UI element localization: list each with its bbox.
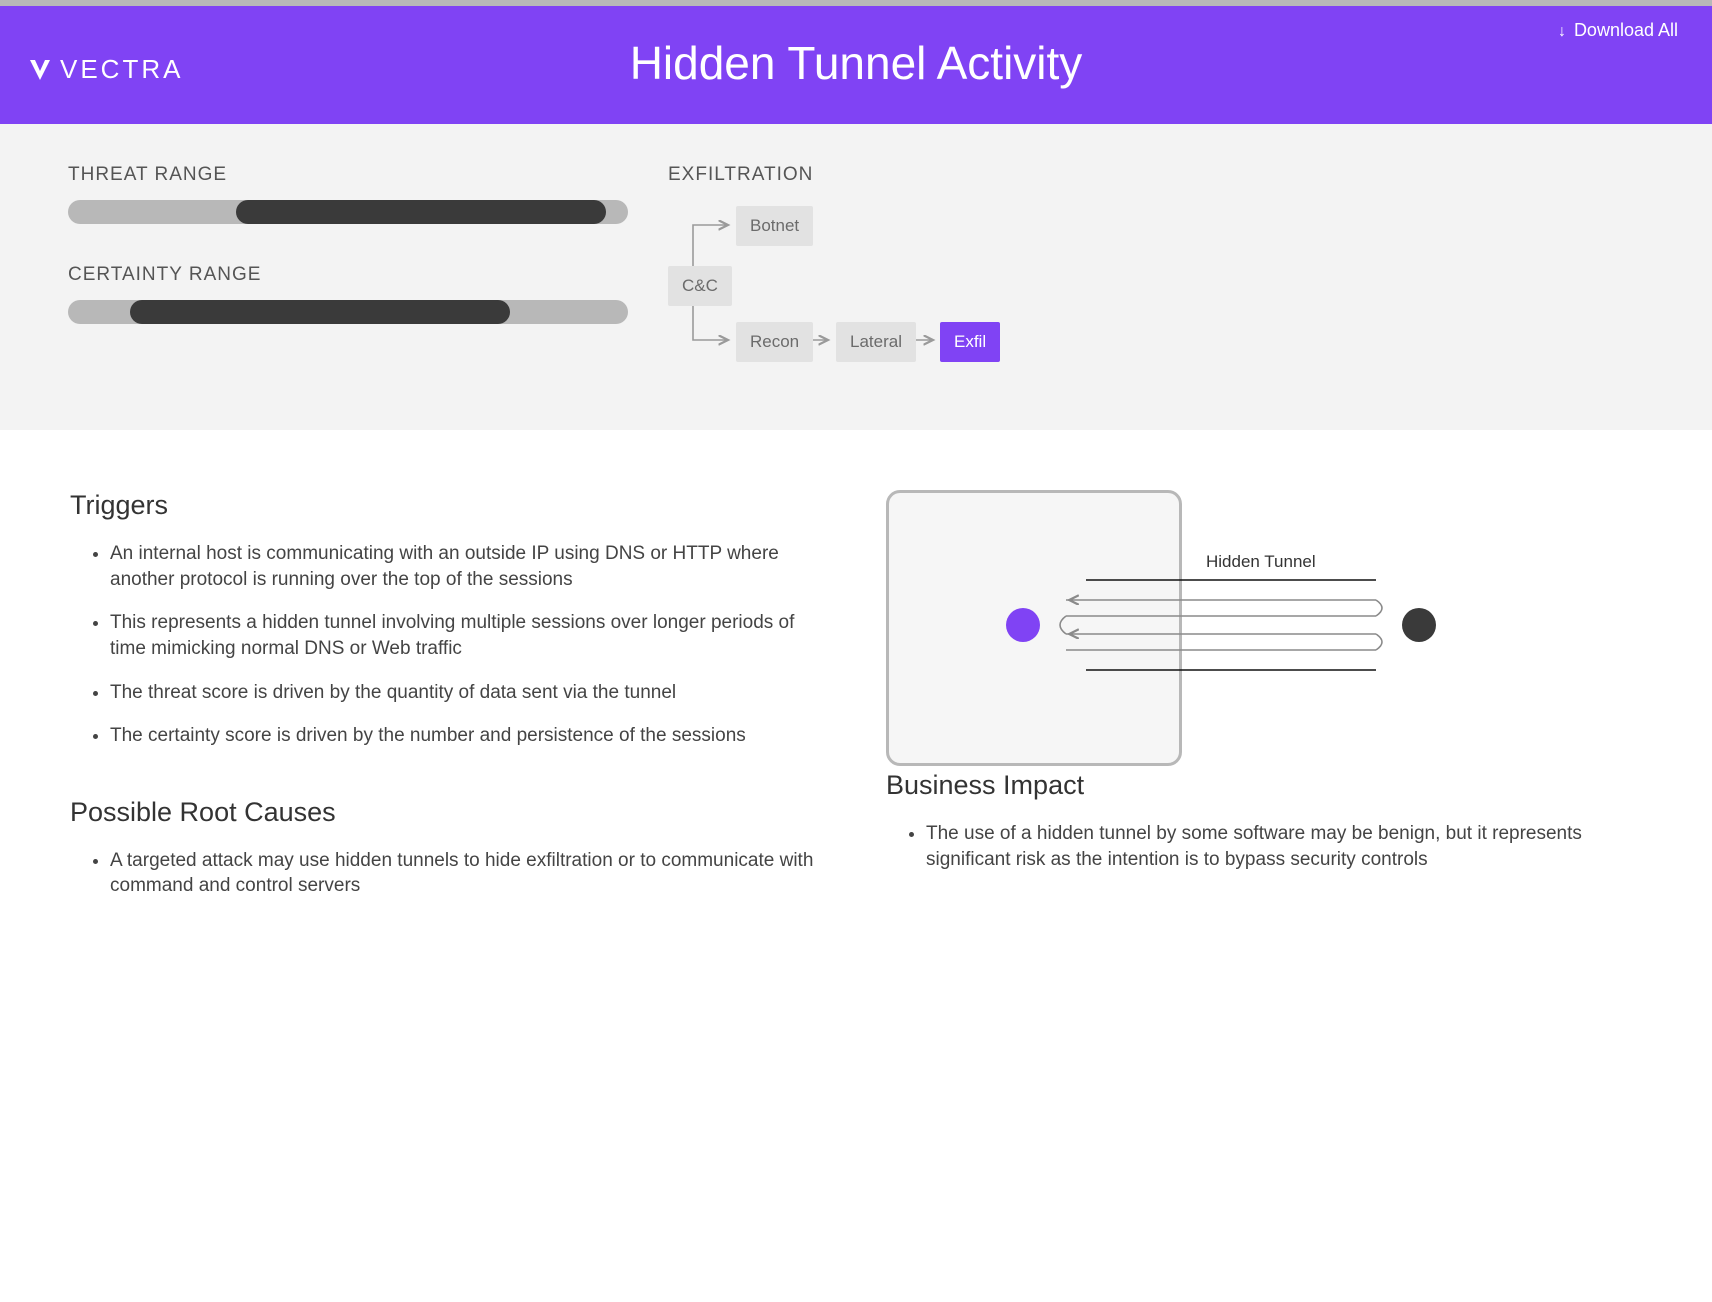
- certainty-range-label: CERTAINTY RANGE: [68, 264, 628, 286]
- vectra-logo-icon: [28, 58, 52, 82]
- node-lateral: Lateral: [836, 322, 916, 362]
- download-icon: ↓: [1558, 23, 1566, 41]
- download-all-button[interactable]: ↓ Download All: [1558, 20, 1678, 41]
- internal-host-dot: [1006, 608, 1040, 642]
- brand-logo: VECTRA: [28, 54, 183, 85]
- node-botnet: Botnet: [736, 206, 813, 246]
- business-impact-heading: Business Impact: [886, 770, 1642, 801]
- list-item: The use of a hidden tunnel by some softw…: [926, 821, 1642, 872]
- threat-range-bar: [68, 200, 628, 224]
- list-item: The threat score is driven by the quanti…: [110, 680, 826, 706]
- ranges-panel: THREAT RANGE CERTAINTY RANGE EXFILTRATIO…: [0, 124, 1712, 430]
- triggers-heading: Triggers: [70, 490, 826, 521]
- list-item: The certainty score is driven by the num…: [110, 723, 826, 749]
- exfiltration-label: EXFILTRATION: [668, 164, 1644, 186]
- triggers-list: An internal host is communicating with a…: [70, 541, 826, 749]
- node-exfil: Exfil: [940, 322, 1000, 362]
- download-all-label: Download All: [1574, 20, 1678, 40]
- hidden-tunnel-label: Hidden Tunnel: [1206, 552, 1316, 572]
- body-content: Triggers An internal host is communicati…: [0, 430, 1712, 967]
- list-item: This represents a hidden tunnel involvin…: [110, 610, 826, 661]
- business-impact-list: The use of a hidden tunnel by some softw…: [886, 821, 1642, 872]
- hidden-tunnel-illustration: Hidden Tunnel: [886, 490, 1446, 770]
- threat-range-label: THREAT RANGE: [68, 164, 628, 186]
- brand-name: VECTRA: [60, 54, 183, 85]
- root-causes-list: A targeted attack may use hidden tunnels…: [70, 848, 826, 899]
- list-item: A targeted attack may use hidden tunnels…: [110, 848, 826, 899]
- certainty-range-bar: [68, 300, 628, 324]
- node-cc: C&C: [668, 266, 732, 306]
- threat-range-fill: [236, 200, 606, 224]
- exfiltration-diagram: C&C Botnet Recon Lateral Exfil: [668, 200, 1644, 370]
- external-host-dot: [1402, 608, 1436, 642]
- list-item: An internal host is communicating with a…: [110, 541, 826, 592]
- root-causes-heading: Possible Root Causes: [70, 797, 826, 828]
- node-recon: Recon: [736, 322, 813, 362]
- page-title: Hidden Tunnel Activity: [0, 36, 1712, 90]
- page-header: ↓ Download All VECTRA Hidden Tunnel Activ…: [0, 6, 1712, 124]
- certainty-range-fill: [130, 300, 511, 324]
